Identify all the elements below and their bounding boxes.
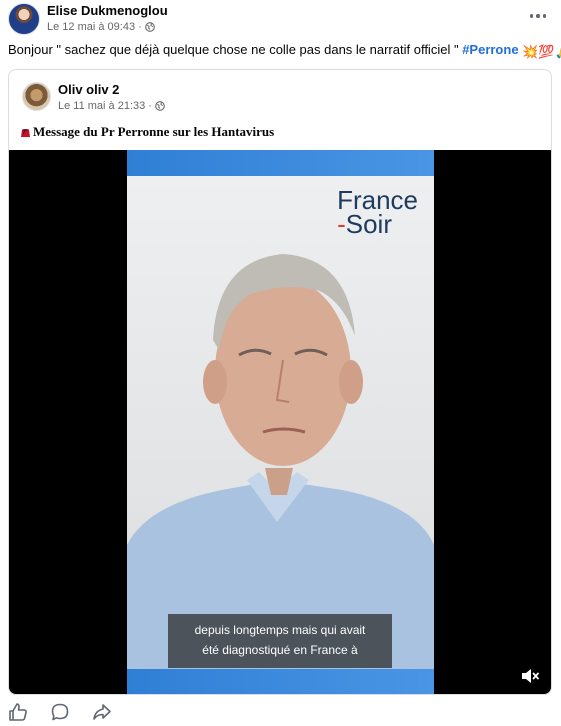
fez-emoji-icon [21,128,30,137]
share-icon[interactable] [92,702,112,722]
shared-post-meta: Le 11 mai à 21:33 · [58,100,165,112]
comment-icon[interactable] [50,702,70,722]
video-player[interactable]: France -Soir depuis longtemps mais qui a… [9,150,551,694]
shared-post-title-text: Message du Pr Perronne sur les Hantaviru… [33,124,275,139]
shared-post-title: Message du Pr Perronne sur les Hantaviru… [20,124,274,140]
shared-post-card[interactable]: Oliv oliv 2 Le 11 mai à 21:33 · Message … [8,69,552,695]
shared-author-name[interactable]: Oliv oliv 2 [58,82,119,97]
post-actions [8,702,112,722]
subtitle-line-1: depuis longtemps mais qui avait [194,623,366,637]
mute-icon[interactable] [520,666,540,686]
shared-post-timestamp[interactable]: Le 11 mai à 21:33 [58,100,145,112]
facebook-post: Elise Dukmenoglou Le 12 mai à 09:43 · Bo… [0,0,561,726]
post-meta: Le 12 mai à 09:43 · [47,21,155,33]
post-body: Bonjour " sachez que déjà quelque chose … [8,42,561,60]
shared-author-avatar[interactable] [22,82,51,111]
like-icon[interactable] [8,702,28,722]
post-timestamp[interactable]: Le 12 mai à 09:43 [47,21,135,33]
author-avatar[interactable] [8,3,40,35]
video-bottom-bar [127,669,434,694]
author-name[interactable]: Elise Dukmenoglou [47,3,168,18]
meta-separator: · [148,100,152,112]
meta-separator: · [138,21,142,33]
hundred-emoji: 💯 [538,44,555,59]
globe-icon [155,101,165,111]
video-subtitle: depuis longtemps mais qui avait été diag… [168,614,392,668]
collision-emoji: 💥 [522,44,539,59]
more-options-icon[interactable] [528,6,548,26]
hashtag-link[interactable]: #Perrone [462,42,518,57]
post-text: Bonjour " sachez que déjà quelque chose … [8,42,459,57]
globe-icon [144,22,155,32]
praying-hands-emoji: 🙏 [555,44,561,60]
subtitle-line-2: été diagnostiqué en France à [202,643,358,657]
